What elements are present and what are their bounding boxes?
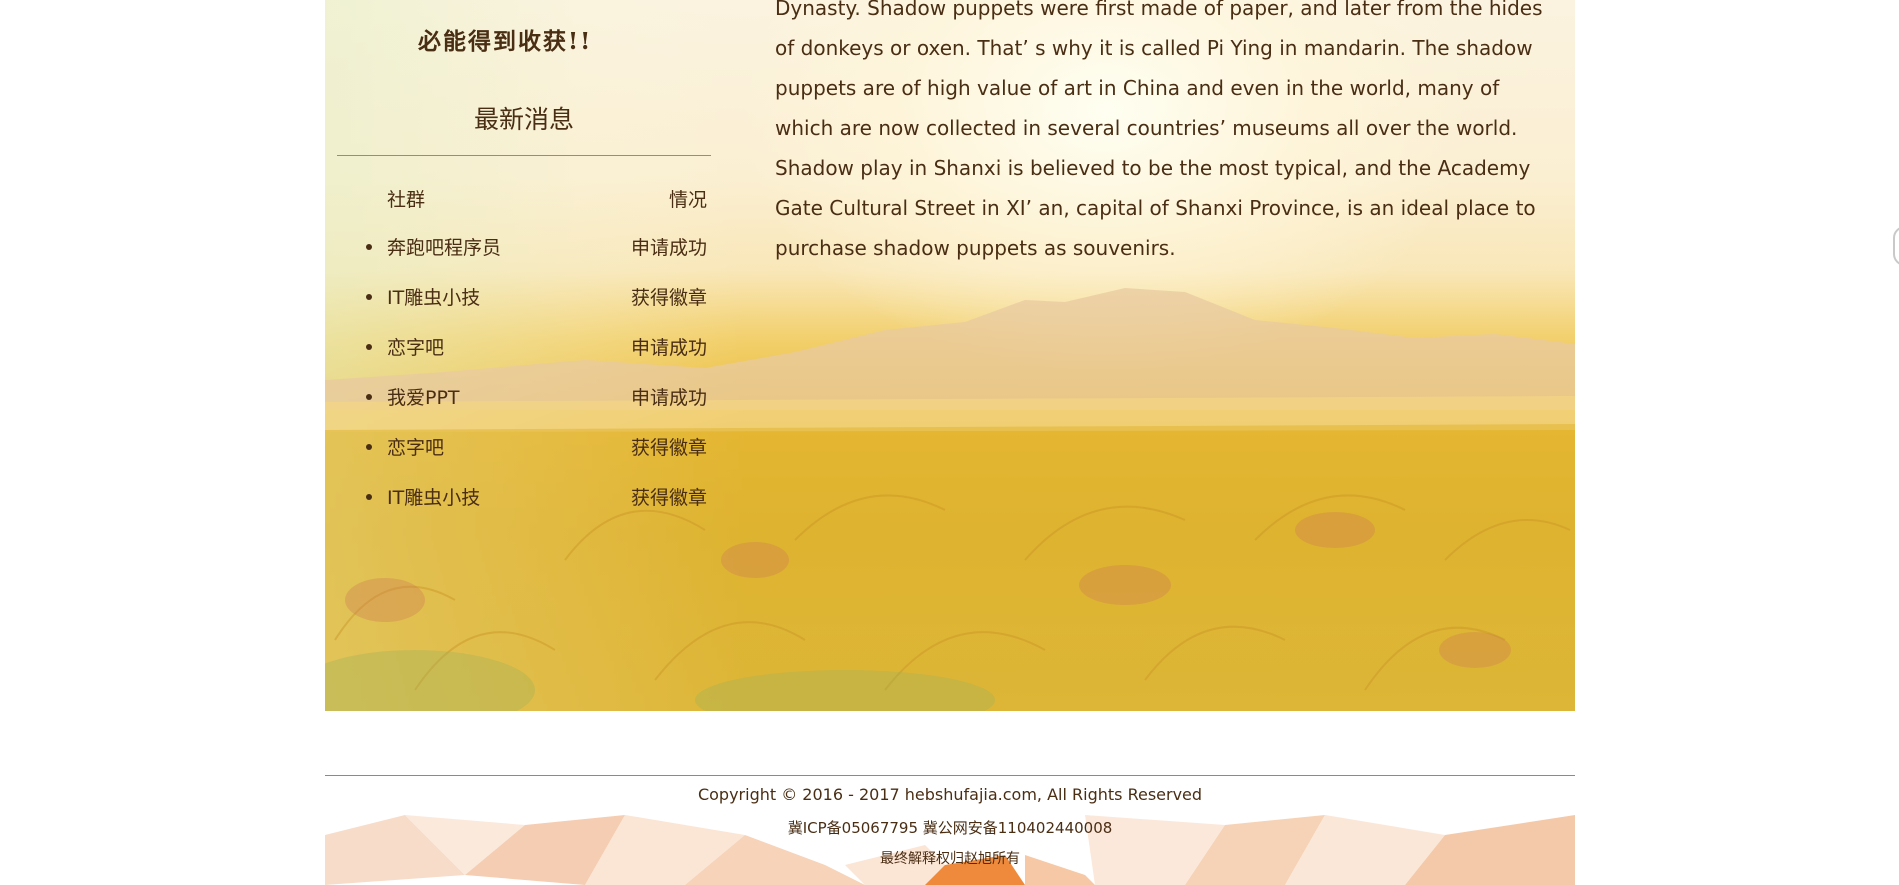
article-paragraph: Dynasty. Shadow puppets were first made … [775,0,1543,260]
bullet-icon [366,244,372,250]
news-item-status: 申请成功 [630,337,707,359]
bullet-icon [366,294,372,300]
news-item[interactable]: 恋字吧 获得徽章 [366,433,707,483]
news-item-name: 奔跑吧程序员 [387,237,502,259]
news-item-status: 申请成功 [630,237,707,259]
news-item-name: 恋字吧 [387,337,445,359]
news-item-status: 获得徽章 [630,487,707,509]
column-community: 社群 [387,189,426,211]
bullet-icon [366,444,372,450]
news-item-name: 恋字吧 [387,437,445,459]
bullet-icon [366,394,372,400]
footer-icp: 冀ICP备05067795 冀公网安备110402440008 [787,819,1113,837]
column-status: 情况 [668,189,707,211]
news-heading: 最新消息 [473,105,574,134]
footer-rights: 最终解释权归赵旭所有 [880,851,1020,867]
news-divider [337,155,711,156]
news-item-status: 申请成功 [630,387,707,409]
news-item[interactable]: IT雕虫小技 获得徽章 [366,483,707,533]
news-item-status: 获得徽章 [630,287,707,309]
sidebar-slogan: 必能得到收获!! [418,28,593,55]
footer-divider [325,775,1575,776]
news-item[interactable]: 我爱PPT 申请成功 [366,383,707,433]
news-column-header: 社群 情况 [387,185,707,215]
content-panel: 必能得到收获!! 最新消息 社群 情况 奔跑吧程序员 申请成功 IT雕虫小技 获… [325,0,1575,711]
news-item-name: IT雕虫小技 [387,287,481,309]
news-item[interactable]: 恋字吧 申请成功 [366,333,707,383]
news-item[interactable]: IT雕虫小技 获得徽章 [366,283,707,333]
news-item-status: 获得徽章 [630,437,707,459]
side-tab-handle[interactable] [1893,226,1899,266]
bullet-icon [366,494,372,500]
news-item-name: 我爱PPT [387,387,460,409]
news-item[interactable]: 奔跑吧程序员 申请成功 [366,233,707,283]
footer-copyright: Copyright © 2016 - 2017 hebshufajia.com,… [697,785,1203,804]
news-list: 奔跑吧程序员 申请成功 IT雕虫小技 获得徽章 恋字吧 申请成功 我爱PPT 申… [366,233,707,533]
news-item-name: IT雕虫小技 [387,487,481,509]
bullet-icon [366,344,372,350]
